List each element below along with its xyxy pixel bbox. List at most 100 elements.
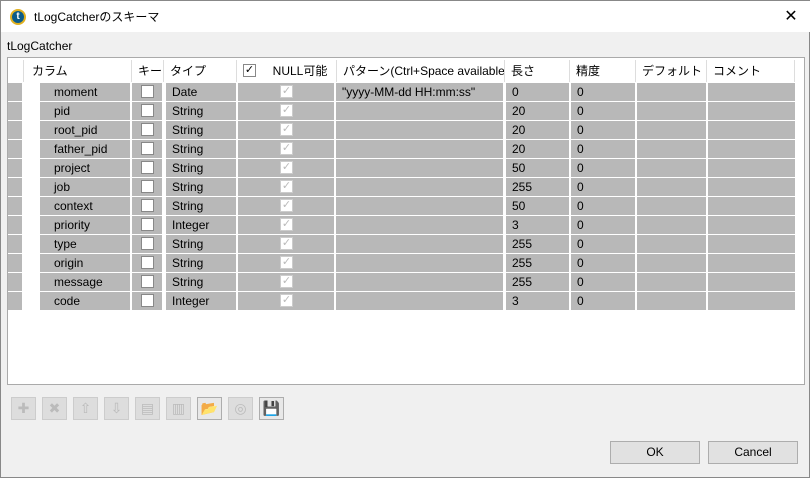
cell-key[interactable] [132,235,162,253]
cell-pattern[interactable] [336,140,503,158]
cell-comment[interactable] [708,216,795,234]
cell-comment[interactable] [708,178,795,196]
cell-type[interactable]: String [166,159,236,177]
cell-comment[interactable] [708,235,795,253]
cell-length[interactable]: 20 [506,121,569,139]
cell-nullable[interactable]: ✓ [238,273,334,291]
cell-default[interactable] [637,216,706,234]
cell-name[interactable]: priority [40,216,130,234]
cell-length[interactable]: 255 [506,235,569,253]
cell-precision[interactable]: 0 [571,273,635,291]
table-row[interactable]: code Integer ✓ 3 0 [8,292,804,311]
cell-comment[interactable] [708,83,795,101]
cell-key[interactable] [132,254,162,272]
header-pattern[interactable]: パターン(Ctrl+Space available) [337,60,505,82]
cell-pattern[interactable]: "yyyy-MM-dd HH:mm:ss" [336,83,503,101]
table-row[interactable]: project String ✓ 50 0 [8,159,804,178]
cell-precision[interactable]: 0 [571,254,635,272]
cell-name[interactable]: moment [40,83,130,101]
table-row[interactable]: type String ✓ 255 0 [8,235,804,254]
cell-length[interactable]: 20 [506,102,569,120]
table-row[interactable]: moment Date ✓ "yyyy-MM-dd HH:mm:ss" 0 0 [8,83,804,102]
nullable-checkbox[interactable]: ✓ [280,180,293,194]
cell-nullable[interactable]: ✓ [238,292,334,310]
cell-pattern[interactable] [336,197,503,215]
cell-pattern[interactable] [336,102,503,120]
header-length[interactable]: 長さ [505,60,570,82]
cell-name[interactable]: project [40,159,130,177]
nullable-checkbox[interactable]: ✓ [280,256,293,270]
cell-type[interactable]: String [166,197,236,215]
cell-default[interactable] [637,83,706,101]
cell-default[interactable] [637,102,706,120]
cell-key[interactable] [132,273,162,291]
table-row[interactable]: pid String ✓ 20 0 [8,102,804,121]
cell-key[interactable] [132,178,162,196]
paste-button[interactable]: ▥ [166,397,191,420]
key-checkbox[interactable] [141,161,154,175]
key-checkbox[interactable] [141,85,154,99]
cell-name[interactable]: father_pid [40,140,130,158]
nullable-checkbox[interactable]: ✓ [280,161,293,175]
cell-default[interactable] [637,121,706,139]
cell-name[interactable]: type [40,235,130,253]
cell-precision[interactable]: 0 [571,292,635,310]
export-button[interactable]: ◎ [228,397,253,420]
cell-length[interactable]: 50 [506,197,569,215]
cell-comment[interactable] [708,121,795,139]
cell-comment[interactable] [708,140,795,158]
header-precision[interactable]: 精度 [570,60,636,82]
cell-comment[interactable] [708,197,795,215]
cell-precision[interactable]: 0 [571,102,635,120]
cell-type[interactable]: String [166,235,236,253]
cell-nullable[interactable]: ✓ [238,178,334,196]
cell-comment[interactable] [708,102,795,120]
key-checkbox[interactable] [141,275,154,289]
header-type[interactable]: タイプ [164,60,237,82]
key-checkbox[interactable] [141,237,154,251]
nullable-checkbox[interactable]: ✓ [280,218,293,232]
cell-name[interactable]: job [40,178,130,196]
cell-name[interactable]: message [40,273,130,291]
cell-length[interactable]: 3 [506,216,569,234]
header-key[interactable]: キー [132,60,164,82]
cell-default[interactable] [637,159,706,177]
key-checkbox[interactable] [141,256,154,270]
move-up-button[interactable]: ⇧ [73,397,98,420]
cell-type[interactable]: Date [166,83,236,101]
table-row[interactable]: father_pid String ✓ 20 0 [8,140,804,159]
nullable-checkbox[interactable]: ✓ [280,104,293,118]
cell-type[interactable]: Integer [166,216,236,234]
cell-key[interactable] [132,102,162,120]
key-checkbox[interactable] [141,123,154,137]
nullable-checkbox[interactable]: ✓ [280,199,293,213]
cell-default[interactable] [637,254,706,272]
cell-length[interactable]: 255 [506,178,569,196]
cell-key[interactable] [132,83,162,101]
copy-button[interactable]: ▤ [135,397,160,420]
cell-precision[interactable]: 0 [571,197,635,215]
cell-nullable[interactable]: ✓ [238,197,334,215]
cell-pattern[interactable] [336,121,503,139]
cell-key[interactable] [132,292,162,310]
cell-pattern[interactable] [336,254,503,272]
nullable-all-checkbox[interactable]: ✓ [243,64,256,78]
cell-nullable[interactable]: ✓ [238,121,334,139]
import-button[interactable]: 📂 [197,397,222,420]
cell-length[interactable]: 20 [506,140,569,158]
cell-precision[interactable]: 0 [571,235,635,253]
cell-nullable[interactable]: ✓ [238,83,334,101]
header-default[interactable]: デフォルト [636,60,707,82]
cell-key[interactable] [132,216,162,234]
cell-precision[interactable]: 0 [571,159,635,177]
cell-precision[interactable]: 0 [571,178,635,196]
table-row[interactable]: job String ✓ 255 0 [8,178,804,197]
cell-nullable[interactable]: ✓ [238,140,334,158]
cell-default[interactable] [637,140,706,158]
nullable-checkbox[interactable]: ✓ [280,123,293,137]
key-checkbox[interactable] [141,180,154,194]
cell-precision[interactable]: 0 [571,140,635,158]
key-checkbox[interactable] [141,104,154,118]
cell-nullable[interactable]: ✓ [238,254,334,272]
header-name[interactable]: カラム [24,60,132,82]
